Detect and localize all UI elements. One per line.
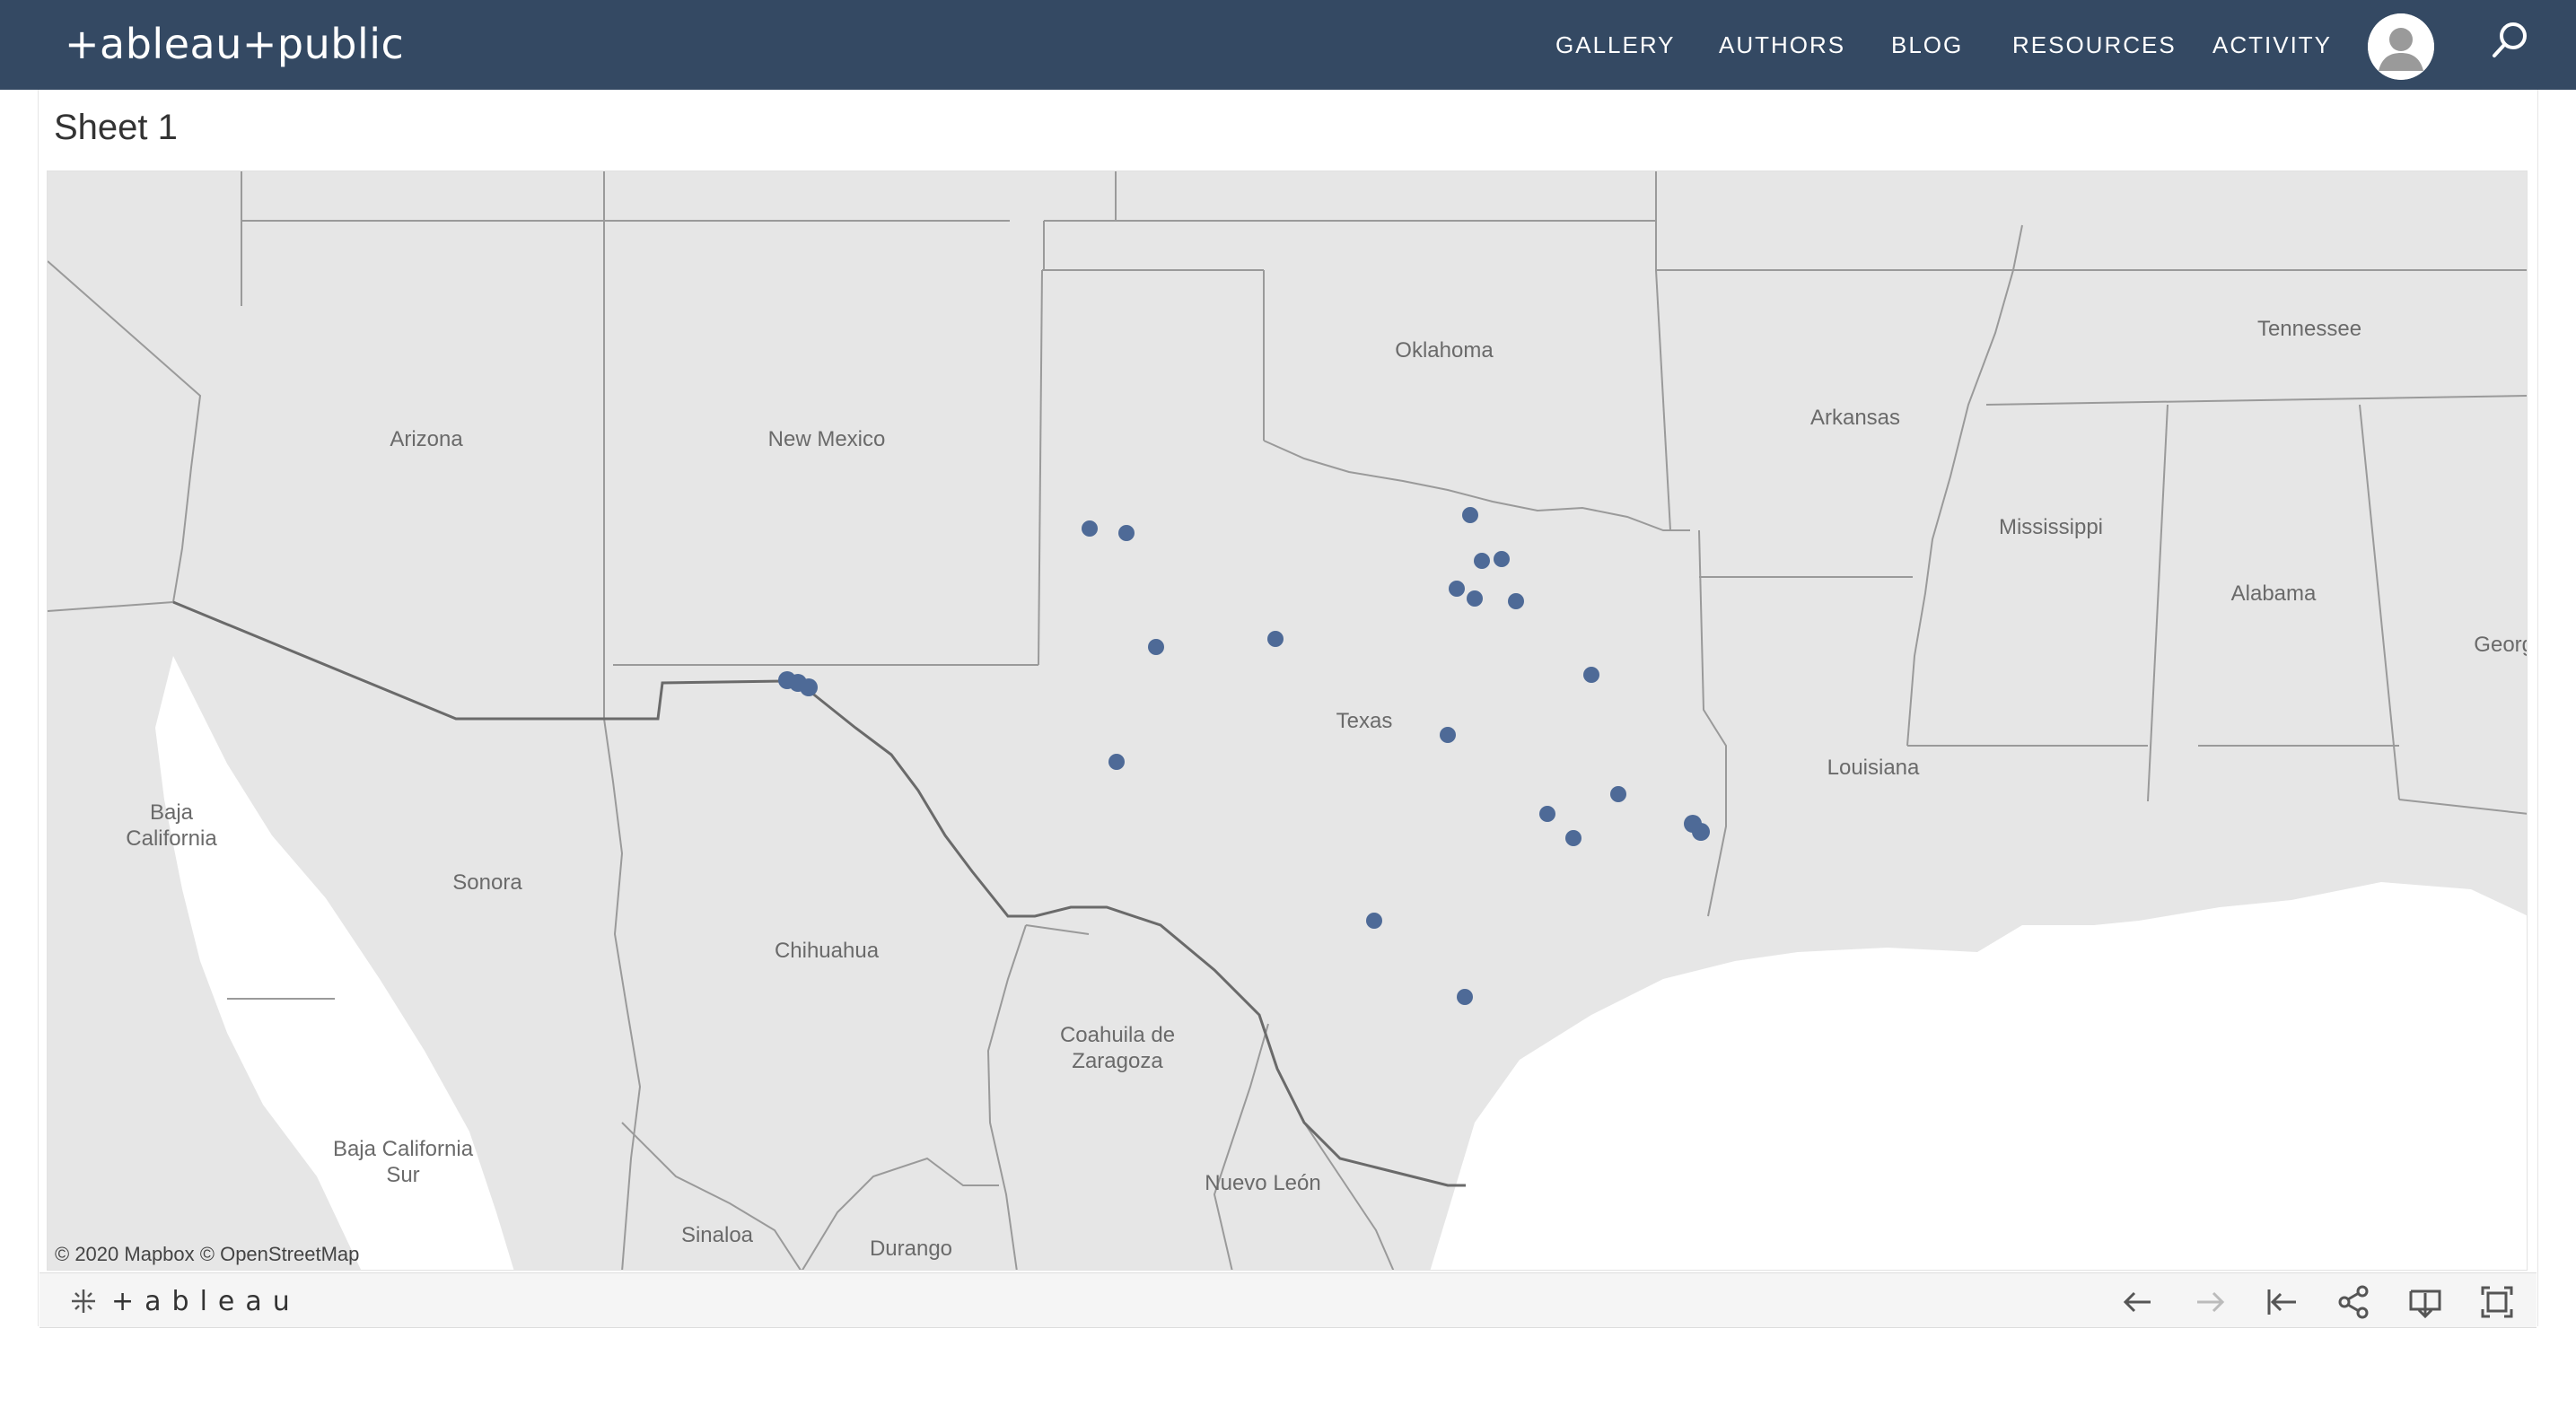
label-sinaloa: Sinaloa: [681, 1223, 754, 1247]
nav-authors[interactable]: AUTHORS: [1719, 0, 1845, 90]
label-baja-california-2: California: [126, 826, 217, 851]
redo-icon: [2197, 1291, 2225, 1313]
viz-toolbar: +ableau: [39, 1272, 2537, 1328]
nav-gallery-link[interactable]: GALLERY: [1555, 31, 1675, 59]
map-view[interactable]: Arizona New Mexico Oklahoma Arkansas Ten…: [47, 170, 2528, 1271]
label-baja-california-1: Baja: [150, 800, 194, 825]
label-baja-california-sur-1: Baja California: [333, 1137, 474, 1161]
label-georgia: Georgia: [2474, 633, 2528, 657]
marker[interactable]: [1508, 593, 1524, 609]
nav-blog[interactable]: BLOG: [1891, 0, 1963, 90]
map-attribution: © 2020 Mapbox © OpenStreetMap: [55, 1243, 360, 1265]
marker[interactable]: [1467, 590, 1483, 607]
undo-button[interactable]: [2118, 1282, 2158, 1322]
revert-button[interactable]: [2262, 1282, 2301, 1322]
redo-button[interactable]: [2190, 1282, 2230, 1322]
marker[interactable]: [1565, 830, 1582, 846]
revert-icon: [2267, 1289, 2296, 1315]
marker[interactable]: [1082, 520, 1098, 537]
nav-resources-link[interactable]: RESOURCES: [2012, 31, 2177, 59]
nav-resources[interactable]: RESOURCES: [2012, 0, 2177, 90]
user-avatar[interactable]: [2368, 13, 2434, 80]
share-icon: [2338, 1285, 2369, 1319]
label-coahuila-1: Coahuila de: [1060, 1023, 1175, 1047]
label-nuevo-leon: Nuevo León: [1205, 1171, 1320, 1195]
map-canvas[interactable]: Arizona New Mexico Oklahoma Arkansas Ten…: [48, 171, 2528, 1271]
nav-gallery[interactable]: GALLERY: [1555, 0, 1675, 90]
marker[interactable]: [1108, 754, 1125, 770]
marker[interactable]: [1118, 525, 1135, 541]
search-icon: [2493, 22, 2527, 57]
label-arizona: Arizona: [390, 427, 463, 451]
label-durango: Durango: [870, 1237, 952, 1261]
data-markers[interactable]: [778, 507, 1710, 1005]
download-icon: [2409, 1289, 2441, 1319]
gulf-of-mexico: [1430, 882, 2527, 1270]
marker[interactable]: [1449, 581, 1465, 597]
marker[interactable]: [1267, 631, 1284, 647]
share-button[interactable]: [2334, 1282, 2373, 1322]
label-texas: Texas: [1336, 709, 1393, 733]
marker[interactable]: [800, 678, 818, 696]
marker[interactable]: [1366, 913, 1382, 929]
marker[interactable]: [1610, 786, 1626, 802]
sheet-title: Sheet 1: [54, 108, 178, 147]
label-baja-california-sur-2: Sur: [386, 1163, 419, 1187]
marker[interactable]: [1692, 823, 1710, 841]
tableau-cross-icon: [72, 1289, 95, 1313]
label-coahuila-2: Zaragoza: [1072, 1049, 1163, 1073]
fullscreen-button[interactable]: [2477, 1282, 2517, 1322]
label-tennessee: Tennessee: [2257, 317, 2361, 341]
marker[interactable]: [1583, 667, 1599, 683]
label-sonora: Sonora: [452, 870, 522, 895]
label-new-mexico: New Mexico: [768, 427, 886, 451]
top-navigation-bar: +ableau+public GALLERY AUTHORS BLOG RESO…: [0, 0, 2576, 90]
marker[interactable]: [1474, 553, 1490, 569]
label-chihuahua: Chihuahua: [775, 939, 880, 963]
nav-activity[interactable]: ACTIVITY: [2212, 0, 2332, 90]
marker[interactable]: [1462, 507, 1478, 523]
download-button[interactable]: [2405, 1282, 2445, 1322]
fullscreen-icon: [2481, 1286, 2513, 1318]
nav-activity-link[interactable]: ACTIVITY: [2212, 31, 2332, 59]
label-mississippi: Mississippi: [1999, 515, 2103, 539]
gulf-of-california: [155, 656, 514, 1270]
nav-authors-link[interactable]: AUTHORS: [1719, 31, 1845, 59]
nav-blog-link[interactable]: BLOG: [1891, 31, 1963, 59]
toolbar-logo-text: +ableau: [111, 1285, 301, 1317]
label-louisiana: Louisiana: [1827, 756, 1920, 780]
user-avatar-icon: [2368, 13, 2434, 80]
toolbar-tableau-logo[interactable]: +ableau: [68, 1285, 301, 1317]
label-oklahoma: Oklahoma: [1395, 338, 1494, 363]
marker[interactable]: [1457, 989, 1473, 1005]
label-alabama: Alabama: [2231, 581, 2317, 606]
marker[interactable]: [1440, 727, 1456, 743]
tableau-public-logo[interactable]: +ableau+public: [65, 20, 404, 68]
marker[interactable]: [1148, 639, 1164, 655]
label-arkansas: Arkansas: [1810, 406, 1900, 430]
marker[interactable]: [1494, 551, 1510, 567]
search-button[interactable]: [2488, 18, 2533, 63]
marker[interactable]: [1539, 806, 1555, 822]
undo-icon: [2123, 1291, 2151, 1313]
